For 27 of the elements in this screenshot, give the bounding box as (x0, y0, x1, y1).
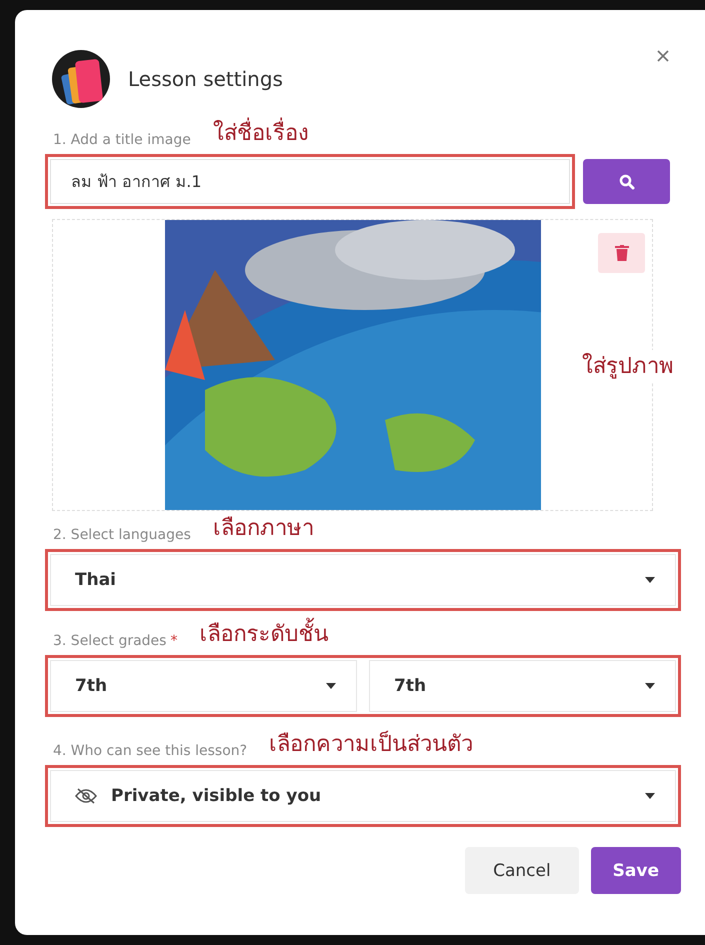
annotation-text: ใส่รูปภาพ (582, 350, 674, 383)
grade-to-select[interactable]: 7th (369, 660, 676, 712)
annotation-text: เลือกระดับชั้น (199, 618, 328, 651)
search-button[interactable] (583, 159, 670, 204)
field-label: 1. Add a title image (53, 132, 191, 150)
annotation-text: เลือกภาษา (212, 515, 314, 543)
caret-icon (645, 577, 655, 583)
caret-icon (326, 683, 336, 689)
delete-button[interactable] (598, 233, 645, 273)
save-button[interactable]: Save (590, 847, 681, 894)
language-select[interactable]: Thai (50, 554, 676, 606)
annotation-text: ใส่ชื่อเรื่อง (212, 117, 309, 150)
annotation-text: เลือกความเป็นส่วนตัว (269, 730, 474, 759)
search-icon (618, 174, 634, 190)
trash-icon (614, 245, 628, 261)
caret-icon (645, 683, 655, 689)
logo-icon (52, 50, 110, 108)
field-label: 3. Select grades * (53, 633, 178, 651)
title-input[interactable]: ลม ฟ้า อากาศ ม.1 (50, 159, 570, 204)
field-label: 2. Select languages (53, 527, 191, 545)
visibility-select[interactable]: Private, visible to you (50, 770, 676, 822)
cancel-button[interactable]: Cancel (465, 847, 579, 894)
field-label: 4. Who can see this lesson? (53, 743, 248, 761)
grade-from-select[interactable]: 7th (50, 660, 357, 712)
eye-slash-icon (75, 788, 97, 804)
dialog-title: Lesson settings (128, 67, 284, 91)
caret-icon (645, 793, 655, 799)
